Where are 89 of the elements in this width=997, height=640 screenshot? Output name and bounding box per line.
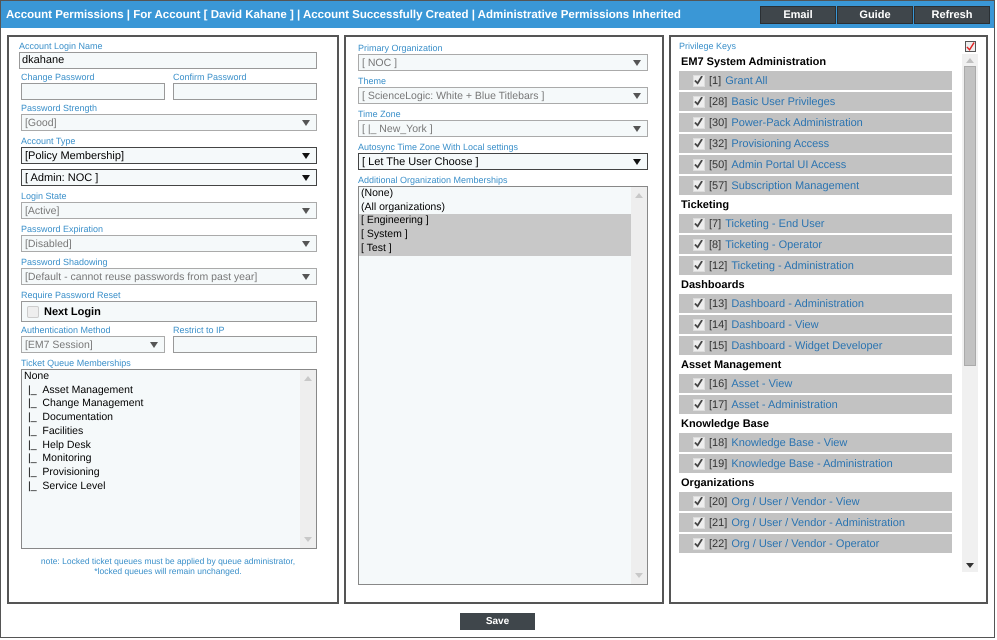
- list-item[interactable]: |_ Provisioning: [22, 466, 300, 480]
- header-button[interactable]: Guide: [837, 6, 913, 24]
- input-field[interactable]: [21, 83, 165, 100]
- privilege-id: [1]: [709, 74, 722, 86]
- list-item[interactable]: |_ Asset Management: [22, 384, 300, 398]
- field-label: Autosync Time Zone With Local settings: [358, 142, 520, 153]
- note-text: note: Locked ticket queues must be applied by queue administrator,: [40, 556, 296, 566]
- checkbox[interactable]: [964, 41, 976, 52]
- privilege-id: [32]: [709, 138, 728, 150]
- list-item[interactable]: [ System ]: [358, 228, 631, 242]
- caret-icon: [302, 274, 310, 280]
- privilege-id: [57]: [709, 180, 728, 192]
- list-item[interactable]: (All organizations): [358, 200, 631, 214]
- caret-icon: [150, 342, 158, 348]
- list-item[interactable]: |_ Facilities: [22, 424, 300, 439]
- field-label: Change Password: [21, 72, 96, 83]
- field-label: Ticket Queue Memberships: [21, 358, 132, 369]
- group-title: Asset Management: [680, 358, 782, 373]
- list-box[interactable]: None |_ Asset Management |_ Change Management |_ Documentation |_ Facilities |_ Help Desk |_ Monitoring |_ Provisioning |_ Service Level: [21, 369, 317, 549]
- field-label: Account Type: [21, 136, 76, 147]
- privilege-id: [20]: [709, 496, 728, 508]
- list-item[interactable]: None: [22, 370, 300, 384]
- privilege-id: [30]: [709, 116, 728, 128]
- privilege-id: [50]: [709, 158, 728, 170]
- list-item[interactable]: |_ Change Management: [22, 397, 300, 412]
- dropdown[interactable]: [ Let The User Choose ]: [358, 153, 648, 170]
- note-text: *locked queues will remain unchanged.: [94, 566, 242, 576]
- checkbox-label: Next Login: [44, 306, 101, 318]
- dropdown[interactable]: [Policy Membership]: [21, 147, 317, 164]
- caret-icon: [633, 158, 641, 164]
- list-item[interactable]: [ Test ]: [358, 242, 631, 256]
- group-title: EM7 System Administration: [680, 55, 828, 70]
- field-label: Require Password Reset: [21, 290, 122, 301]
- privilege-id: [22]: [709, 538, 728, 550]
- field-label: Account Login Name: [19, 41, 104, 52]
- field-label: Confirm Password: [173, 72, 248, 83]
- caret-icon: [302, 208, 310, 214]
- list-item[interactable]: |_ Help Desk: [22, 438, 300, 452]
- group-title: Knowledge Base: [680, 417, 770, 432]
- caret-icon: [302, 152, 310, 158]
- group-title: Dashboards: [680, 278, 746, 293]
- privilege-id: [8]: [709, 238, 722, 250]
- group-title: Organizations: [680, 476, 756, 491]
- field-label: Additional Organization Memberships: [358, 175, 509, 186]
- field-label: Privilege Keys: [679, 41, 736, 52]
- privilege-id: [13]: [709, 298, 728, 310]
- field-label: Login State: [21, 191, 68, 202]
- caret-icon: [633, 126, 641, 132]
- list-item[interactable]: |_ Service Level: [22, 480, 300, 494]
- list-item[interactable]: |_ Monitoring: [22, 452, 300, 466]
- input-field[interactable]: [173, 336, 317, 353]
- privilege-id: [14]: [709, 318, 728, 330]
- privilege-id: [15]: [709, 340, 728, 352]
- caret-icon: [302, 174, 310, 180]
- input-field[interactable]: dkahane: [19, 52, 317, 69]
- caret-icon: [633, 60, 641, 66]
- privilege-id: [28]: [709, 96, 728, 108]
- privilege-id: [17]: [709, 398, 728, 410]
- caret-icon: [302, 120, 310, 126]
- list-item[interactable]: |_ Documentation: [22, 411, 300, 425]
- field-label: Password Expiration: [21, 224, 104, 235]
- header-button[interactable]: Refresh: [914, 6, 990, 24]
- field-label: Restrict to IP: [173, 325, 226, 336]
- save-button[interactable]: Save: [460, 613, 535, 630]
- privilege-id: [16]: [709, 378, 728, 390]
- list-box[interactable]: (None) (All organizations) [ Engineering ] [ System ] [ Test ]: [358, 186, 648, 585]
- scroll-thumb[interactable]: [964, 66, 976, 366]
- input-field[interactable]: [173, 83, 317, 100]
- caret-icon: [633, 92, 641, 98]
- field-label: Primary Organization: [358, 43, 444, 54]
- field-label: Authentication Method: [21, 325, 112, 336]
- dropdown[interactable]: [ Admin: NOC ]: [21, 169, 317, 186]
- scrollbar[interactable]: [962, 54, 978, 572]
- field-label: Password Shadowing: [21, 257, 109, 268]
- privilege-id: [12]: [709, 260, 728, 272]
- privilege-id: [21]: [709, 516, 728, 528]
- field-label: Time Zone: [358, 109, 402, 120]
- privilege-id: [19]: [709, 458, 728, 470]
- caret-icon: [302, 240, 310, 246]
- list-item[interactable]: [ Engineering ]: [358, 214, 631, 228]
- header-button[interactable]: Email: [760, 6, 836, 24]
- group-title: Ticketing: [680, 198, 730, 213]
- list-item[interactable]: (None): [358, 187, 631, 201]
- field-label: Theme: [358, 76, 387, 87]
- privilege-id: [7]: [709, 218, 722, 230]
- field-label: Password Strength: [21, 103, 98, 114]
- window-title: Account Permissions | For Account [ David Kahane ] | Account Successfully Created | Administrative Permissions Inherited: [6, 8, 681, 20]
- scroll-down-arrow-icon[interactable]: [966, 563, 974, 568]
- privilege-id: [18]: [709, 436, 728, 448]
